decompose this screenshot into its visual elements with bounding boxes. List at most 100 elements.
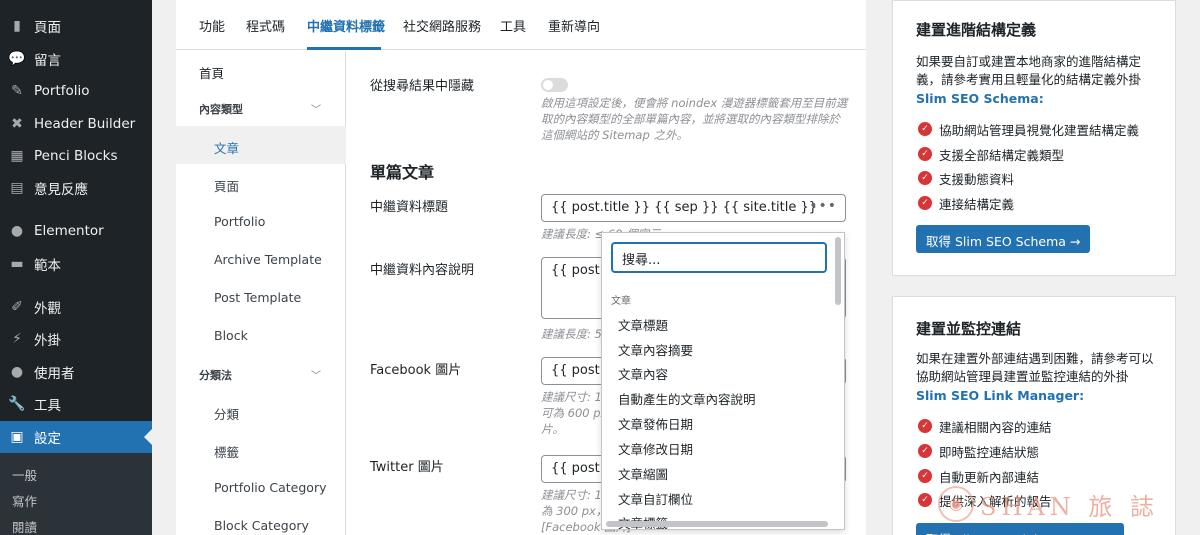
dropdown-option[interactable]: 文章內容摘要 [618, 340, 693, 359]
nav-group-taxonomies[interactable]: 分類法 [199, 367, 232, 383]
nav-post-template[interactable]: Post Template [214, 290, 301, 305]
camera-icon: ◉ [938, 486, 974, 522]
meta-title-label: 中繼資料標題 [370, 200, 449, 215]
menu-item-elementor[interactable]: ● Elementor [0, 215, 152, 247]
menu-item-pages[interactable]: ▮ 頁面 [0, 10, 152, 42]
nav-post[interactable]: 文章 [214, 138, 239, 157]
submenu-reading[interactable]: 閱讀 [12, 517, 37, 535]
check-icon: ✓ [918, 444, 932, 458]
dropdown-option[interactable]: 文章發佈日期 [618, 414, 693, 433]
promo-feature: 建議相關內容的連結 [939, 420, 1052, 435]
promo-feature: 即時監控連結狀態 [939, 445, 1040, 460]
dropdown-search-input[interactable]: 搜尋... [611, 242, 827, 273]
get-link-manager-button[interactable]: 取得 Slim SEO Link Manager → [916, 523, 1125, 535]
tab-redirects[interactable]: 重新導向 [548, 16, 600, 35]
nav-portfolio[interactable]: Portfolio [214, 214, 265, 229]
menu-item-templates[interactable]: ▬ 範本 [0, 248, 152, 280]
nav-group-content-types[interactable]: 內容類型 [199, 101, 243, 117]
tab-code[interactable]: 程式碼 [246, 16, 285, 35]
menu-item-plugins[interactable]: ⚡ 外掛 [0, 323, 152, 355]
nav-block[interactable]: Block [214, 328, 248, 343]
promo-link[interactable]: Slim SEO Schema: [916, 91, 1044, 106]
chevron-down-icon[interactable]: ﹀ [311, 367, 321, 382]
user-icon: ● [10, 364, 24, 380]
dropdown-option[interactable]: 文章縮圖 [618, 464, 668, 483]
tab-tools[interactable]: 工具 [500, 16, 526, 35]
pin-icon: ✎ [11, 83, 23, 99]
hide-from-search-toggle[interactable] [541, 78, 568, 92]
check-icon: ✓ [918, 171, 932, 185]
grid-icon: ▦ [10, 148, 24, 164]
menu-item-penci-blocks[interactable]: ▦ Penci Blocks [0, 140, 152, 172]
check-icon: ✓ [918, 122, 932, 136]
check-icon: ✓ [918, 419, 932, 433]
dropdown-option[interactable]: 文章標題 [618, 315, 668, 334]
section-title: 單篇文章 [370, 163, 435, 182]
elementor-icon: ● [10, 223, 24, 239]
settings-icon: ▣ [10, 429, 24, 445]
menu-item-comments[interactable]: 💬 留言 [0, 43, 152, 75]
nav-home[interactable]: 首頁 [199, 63, 224, 82]
promo-title: 建置並監控連結 [916, 320, 1022, 338]
dropdown-horizontal-scrollbar[interactable] [606, 521, 828, 527]
promo-feature: 自動更新內部連結 [939, 470, 1040, 485]
check-icon: ✓ [918, 493, 932, 507]
nav-block-category[interactable]: Block Category [214, 518, 309, 533]
watermark: ◉ SHAN 旅 誌 [938, 486, 1159, 522]
menu-item-settings[interactable]: ▣ 設定 [0, 421, 152, 453]
promo-feature: 支援全部結構定義類型 [939, 148, 1065, 163]
menu-item-feedback[interactable]: ▤ 意見反應 [0, 172, 152, 204]
variable-dropdown: 搜尋... 文章 文章標題 文章內容摘要 文章內容 自動產生的文章內容說明 文章… [601, 232, 845, 530]
promo-title: 建置進階結構定義 [916, 21, 1037, 39]
tab-bar: 功能 程式碼 中繼資料標籤 社交網路服務 工具 重新導向 [176, 0, 866, 50]
feedback-icon: ▤ [10, 180, 24, 196]
nav-portfolio-category[interactable]: Portfolio Category [214, 480, 327, 495]
menu-item-header-builder[interactable]: ✖ Header Builder [0, 108, 152, 140]
dropdown-option[interactable]: 文章修改日期 [618, 439, 693, 458]
folder-icon: ▬ [10, 256, 24, 272]
promo-feature: 支援動態資料 [939, 172, 1015, 187]
check-icon: ✓ [918, 469, 932, 483]
wrench-icon: 🔧 [8, 396, 26, 412]
submenu-general[interactable]: 一般 [12, 465, 37, 484]
submenu-writing[interactable]: 寫作 [12, 491, 37, 510]
brush-icon: ✐ [11, 299, 23, 315]
check-icon: ✓ [918, 147, 932, 161]
menu-item-tools[interactable]: 🔧 工具 [0, 388, 152, 420]
content-type-nav: 首頁 內容類型 ﹀ 文章 頁面 Portfolio Archive Templa… [176, 51, 346, 535]
nav-page[interactable]: 頁面 [214, 176, 239, 195]
check-icon: ✓ [918, 196, 932, 210]
tab-features[interactable]: 功能 [199, 16, 225, 35]
comment-icon: 💬 [8, 51, 26, 67]
nav-category[interactable]: 分類 [214, 404, 239, 423]
promo-feature: 連接結構定義 [939, 197, 1015, 212]
promo-link[interactable]: Slim SEO Link Manager: [916, 388, 1084, 403]
promo-description: 如果要自訂或建置本地商家的進階結構定義，請參考實用且輕量化的結構定義外掛 [916, 54, 1142, 87]
dropdown-option[interactable]: 文章內容 [618, 364, 668, 383]
menu-item-portfolio[interactable]: ✎ Portfolio [0, 75, 152, 107]
more-options-icon[interactable]: ••• [809, 198, 837, 214]
meta-title-input[interactable]: {{ post.title }} {{ sep }} {{ site.title… [541, 194, 846, 222]
tools-icon: ✖ [11, 116, 23, 132]
menu-item-appearance[interactable]: ✐ 外觀 [0, 291, 152, 323]
dropdown-group-label: 文章 [611, 296, 631, 307]
meta-description-label: 中繼資料內容說明 [370, 263, 475, 278]
nav-tag[interactable]: 標籤 [214, 442, 239, 461]
admin-menu: ▮ 頁面 💬 留言 ✎ Portfolio ✖ Header Builder ▦ Penc… [0, 0, 152, 535]
get-schema-button[interactable]: 取得 Slim SEO Schema → [916, 225, 1091, 253]
page-icon: ▮ [13, 18, 21, 34]
tab-social[interactable]: 社交網路服務 [403, 16, 481, 35]
selected-item-background [176, 126, 346, 164]
chevron-down-icon[interactable]: ﹀ [311, 101, 321, 116]
menu-item-users[interactable]: ● 使用者 [0, 356, 152, 388]
tab-meta-tags[interactable]: 中繼資料標籤 [307, 16, 385, 35]
promo-description: 如果在建置外部連結遇到困難，請參考可以協助網站管理員建置並監控連結的外掛 [916, 351, 1154, 384]
dropdown-option[interactable]: 自動產生的文章內容說明 [618, 389, 756, 408]
dropdown-scrollbar[interactable] [835, 237, 841, 305]
twitter-image-label: Twitter 圖片 [370, 460, 444, 475]
nav-archive-template[interactable]: Archive Template [214, 252, 322, 267]
promo-box-schema: 建置進階結構定義 如果要自訂或建置本地商家的進階結構定義，請參考實用且輕量化的結… [892, 0, 1176, 276]
promo-feature: 協助網站管理員視覺化建置結構定義 [939, 123, 1140, 138]
settings-submenu: 一般 寫作 閱讀 [0, 453, 152, 535]
dropdown-option[interactable]: 文章自訂欄位 [618, 489, 693, 508]
